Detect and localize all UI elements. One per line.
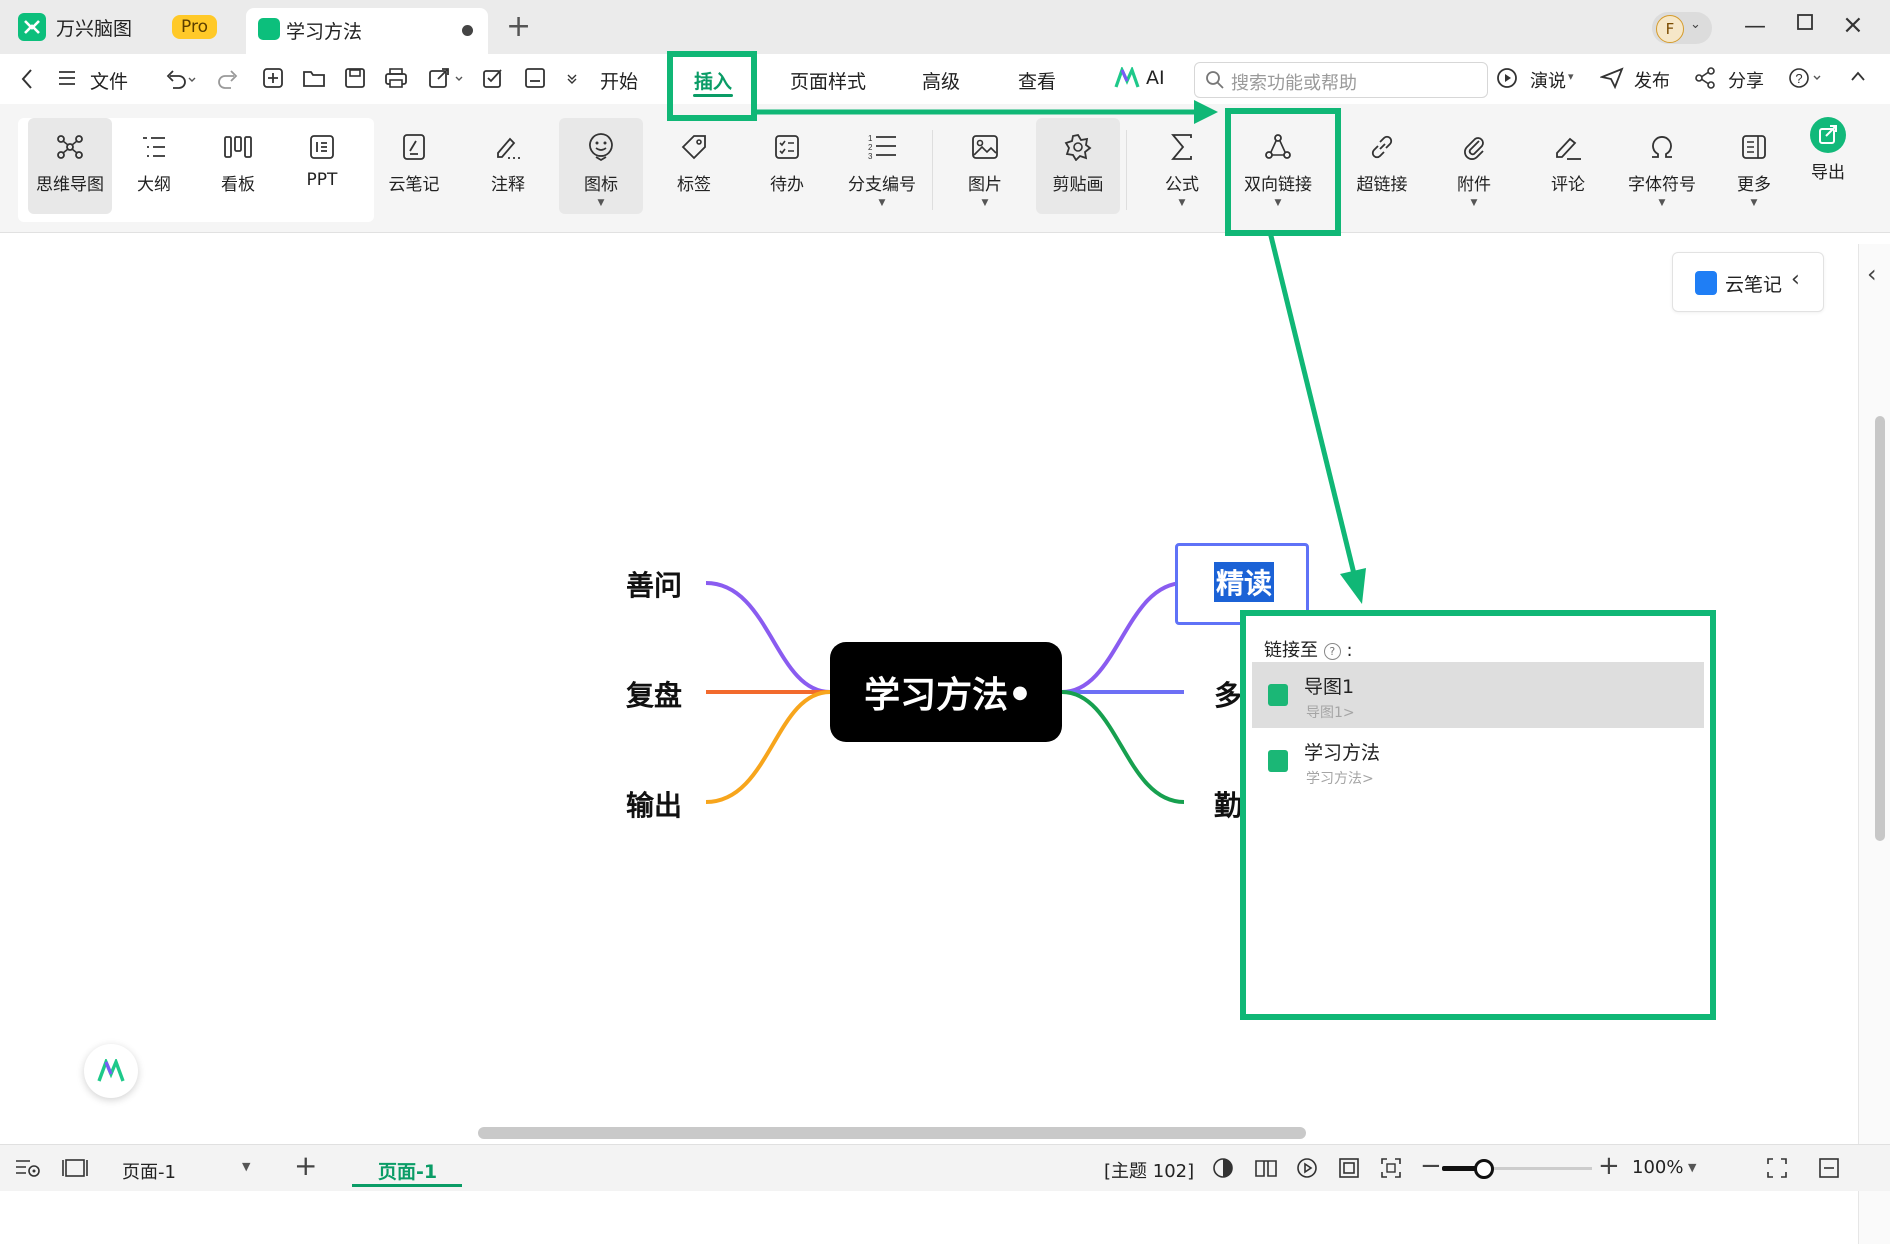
minimize-panel-icon[interactable] <box>1818 1157 1840 1179</box>
outline-locate-icon[interactable] <box>14 1157 42 1179</box>
page-select-value: 页面-1 <box>122 1162 176 1183</box>
theme-icon[interactable] <box>1212 1157 1234 1179</box>
zoom-out-button[interactable]: − <box>1420 1151 1442 1181</box>
panel-toggle-icon[interactable] <box>62 1157 88 1179</box>
fit-page-icon[interactable] <box>1338 1157 1360 1179</box>
annotation-arrows <box>755 100 1366 604</box>
status-bar: 页面-1 ▼ + 页面-1 [主题 102] − + 100% ▼ <box>0 1144 1890 1191</box>
book-icon[interactable] <box>1254 1157 1278 1179</box>
zoom-dropdown-icon[interactable]: ▼ <box>1688 1161 1696 1174</box>
page-tab-underline <box>352 1184 462 1187</box>
zoom-slider-handle[interactable] <box>1474 1159 1494 1179</box>
fit-content-icon[interactable] <box>1380 1157 1402 1179</box>
topic-count: [主题 102] <box>1104 1161 1195 1182</box>
add-page-button[interactable]: + <box>294 1149 317 1182</box>
page-tab-label: 页面-1 <box>378 1161 438 1183</box>
fullscreen-icon[interactable] <box>1766 1157 1788 1179</box>
page-select[interactable]: 页面-1 ▼ <box>112 1152 262 1184</box>
zoom-level[interactable]: 100% <box>1632 1157 1683 1178</box>
zoom-in-button[interactable]: + <box>1598 1151 1620 1181</box>
ai-assistant-button[interactable] <box>84 1044 138 1098</box>
page-tab-active[interactable]: 页面-1 <box>352 1149 462 1187</box>
slideshow-play-icon[interactable] <box>1296 1157 1318 1179</box>
chevron-down-icon: ▼ <box>242 1160 251 1173</box>
